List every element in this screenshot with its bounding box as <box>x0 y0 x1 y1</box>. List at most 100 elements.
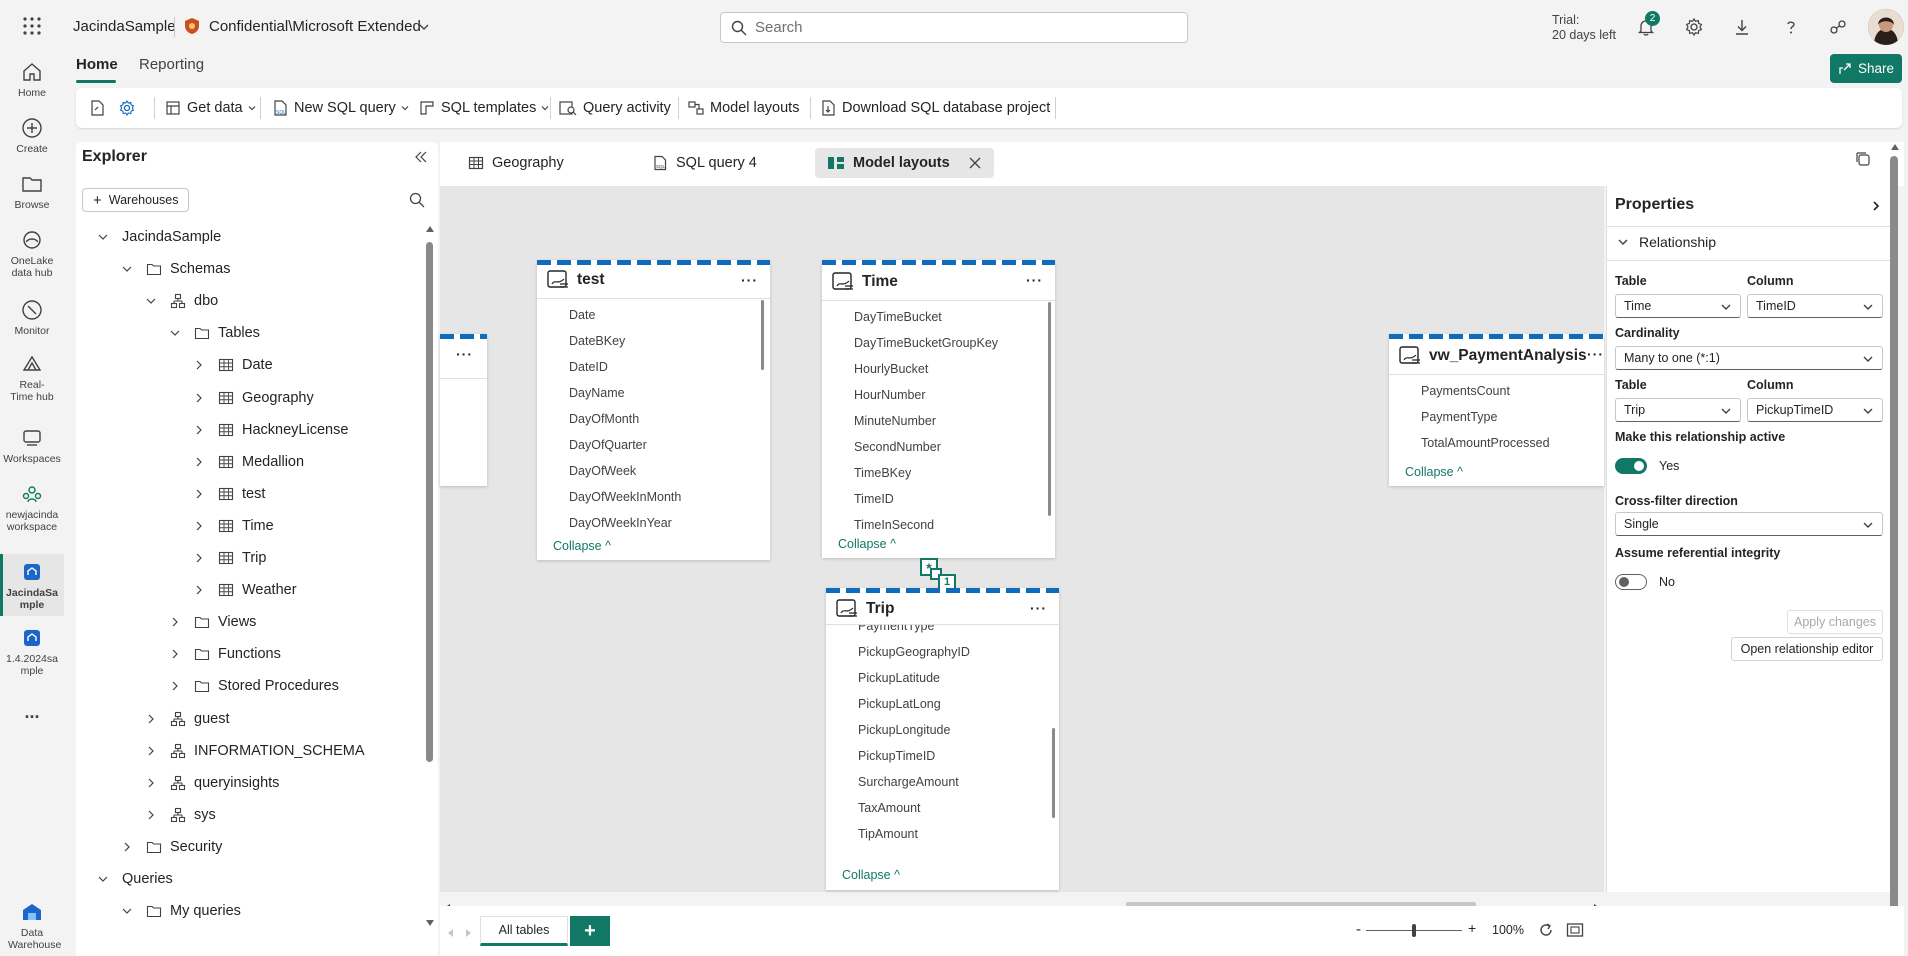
query-activity-button[interactable]: Query activity <box>558 96 671 120</box>
add-warehouses-button[interactable]: + Warehouses <box>82 188 190 212</box>
app-launcher-icon[interactable] <box>22 16 42 36</box>
column-item[interactable]: HourNumber <box>854 388 926 402</box>
tree-item-sys[interactable]: sys <box>144 804 216 826</box>
more-options-button[interactable]: ··· <box>456 346 473 362</box>
tree-item-tables[interactable]: Tables <box>168 322 260 344</box>
column1-select[interactable]: TimeID <box>1747 294 1883 318</box>
chevron-right-icon[interactable] <box>144 808 158 822</box>
tab-scroll-right[interactable] <box>466 929 471 937</box>
chevron-down-icon[interactable] <box>96 230 110 244</box>
column-item[interactable]: TipAmount <box>858 827 918 841</box>
sql-templates-button[interactable]: SQL templates <box>418 96 555 120</box>
chevron-down-icon[interactable] <box>120 262 134 276</box>
tree-item-queryinsights[interactable]: queryinsights <box>144 772 279 794</box>
tree-item-functions[interactable]: Functions <box>168 643 281 665</box>
column-item[interactable]: PaymentType <box>858 625 934 633</box>
column-item[interactable]: SecondNumber <box>854 440 941 454</box>
chevron-down-icon[interactable] <box>96 872 110 886</box>
download-project-button[interactable]: Download SQL database project <box>819 96 1050 120</box>
rail-item-workspaces[interactable]: Workspaces <box>0 426 64 472</box>
refresh-icon[interactable] <box>1538 922 1554 938</box>
chevron-down-icon[interactable] <box>418 21 430 33</box>
column-item[interactable]: DayOfMonth <box>569 412 639 426</box>
relationship-section-header[interactable]: Relationship <box>1617 234 1716 250</box>
chevron-right-icon[interactable] <box>168 647 182 661</box>
table1-select[interactable]: Time <box>1615 294 1741 318</box>
tree-item-information-schema[interactable]: INFORMATION_SCHEMA <box>144 740 365 762</box>
tree-item-trip[interactable]: Trip <box>192 547 266 569</box>
chevron-right-icon[interactable] <box>192 358 206 372</box>
column-item[interactable]: DateBKey <box>569 334 625 348</box>
tab-all-tables[interactable]: All tables <box>480 916 568 946</box>
close-icon[interactable] <box>968 156 982 170</box>
share-link-icon[interactable] <box>1828 17 1848 37</box>
sensitivity-label[interactable]: Confidential\Microsoft Extended <box>209 18 421 35</box>
collapse-button[interactable]: Collapse ^ <box>553 539 611 553</box>
tree-item-stored-procedures[interactable]: Stored Procedures <box>168 675 339 697</box>
zoom-slider[interactable] <box>1366 924 1462 937</box>
zoom-slider-thumb[interactable] <box>1412 924 1416 937</box>
column-item[interactable]: TimeID <box>854 492 894 506</box>
column-item[interactable]: PickupTimeID <box>858 749 935 763</box>
more-options-button[interactable]: ··· <box>1587 346 1604 362</box>
collapse-pane-icon[interactable] <box>414 150 428 164</box>
search-box[interactable]: Search <box>720 12 1188 43</box>
table-card-vw-payment-analysis[interactable]: vw_PaymentAnalysis ··· Collapse ^ Paymen… <box>1389 334 1604 486</box>
share-button[interactable]: Share <box>1830 54 1902 83</box>
download-icon[interactable] <box>1732 17 1752 37</box>
rail-item-onelake[interactable]: OneLake data hub <box>0 228 64 286</box>
trial-status[interactable]: Trial: 20 days left <box>1552 13 1616 43</box>
chevron-right-icon[interactable] <box>192 423 206 437</box>
column-item[interactable]: TotalAmountProcessed <box>1421 436 1550 450</box>
rail-item-browse[interactable]: Browse <box>0 172 64 218</box>
table-card-trip[interactable]: Trip ··· Collapse ^ PaymentType PickupGeo… <box>826 588 1059 890</box>
rail-item-create[interactable]: Create <box>0 116 64 162</box>
column-item[interactable]: PaymentType <box>1421 410 1497 424</box>
active-toggle[interactable] <box>1615 458 1647 474</box>
column-item[interactable]: HourlyBucket <box>854 362 928 376</box>
rail-item-realtime[interactable]: Real-Time hub <box>0 352 64 410</box>
column-item[interactable]: DayName <box>569 386 625 400</box>
column-item[interactable]: SurchargeAmount <box>858 775 959 789</box>
tree-item-test[interactable]: test <box>192 483 265 505</box>
chevron-right-icon[interactable] <box>192 583 206 597</box>
tab-reporting[interactable]: Reporting <box>139 56 204 73</box>
column-item[interactable]: DayOfQuarter <box>569 438 647 452</box>
more-options-button[interactable]: ··· <box>1026 272 1043 288</box>
search-icon[interactable] <box>409 192 425 208</box>
tree-item-hackneylicense[interactable]: HackneyLicense <box>192 419 348 441</box>
column-item[interactable]: TimeBKey <box>854 466 911 480</box>
column-item[interactable]: TimeInSecond <box>854 518 934 532</box>
scroll-down-arrow[interactable] <box>426 920 434 926</box>
column-item[interactable]: DayOfWeek <box>569 464 636 478</box>
rail-item-newjacinda[interactable]: newjacinda workspace <box>0 482 64 540</box>
new-sql-query-button[interactable]: SQL New SQL query <box>271 96 415 120</box>
chevron-down-icon[interactable] <box>144 294 158 308</box>
settings-button[interactable] <box>118 96 141 120</box>
relationship-connector[interactable]: * 1 <box>920 558 960 590</box>
more-options-button[interactable]: ··· <box>1030 600 1047 616</box>
column2-select[interactable]: PickupTimeID <box>1747 398 1883 422</box>
collapse-button[interactable]: Collapse ^ <box>842 868 900 882</box>
tab-scroll-left[interactable] <box>448 929 453 937</box>
rail-item-jacindasample[interactable]: JacindaSample <box>0 554 64 616</box>
chevron-right-icon[interactable] <box>144 712 158 726</box>
tree-item-jacindasample[interactable]: JacindaSample <box>96 226 221 248</box>
table-card-partial[interactable]: ··· <box>440 334 487 486</box>
column-item[interactable]: PickupGeographyID <box>858 645 970 659</box>
chevron-down-icon[interactable] <box>120 904 134 918</box>
get-data-button[interactable]: Get data <box>164 96 262 120</box>
chevron-right-icon[interactable] <box>168 615 182 629</box>
chevron-right-icon[interactable] <box>192 391 206 405</box>
column-item[interactable]: PaymentsCount <box>1421 384 1510 398</box>
tree-item-medallion[interactable]: Medallion <box>192 451 304 473</box>
column-item[interactable]: TaxAmount <box>858 801 921 815</box>
table-card-test[interactable]: test ··· Collapse ^ Date DateBKey DateID Da… <box>537 260 770 560</box>
fit-to-screen-icon[interactable] <box>1566 922 1584 938</box>
explorer-scrollbar[interactable] <box>426 242 433 762</box>
zoom-level[interactable]: 100% <box>1492 923 1524 937</box>
chevron-right-icon[interactable] <box>144 776 158 790</box>
column-item[interactable]: DateID <box>569 360 608 374</box>
chevron-right-icon[interactable] <box>192 519 206 533</box>
collapse-button[interactable]: Collapse ^ <box>1405 465 1463 479</box>
